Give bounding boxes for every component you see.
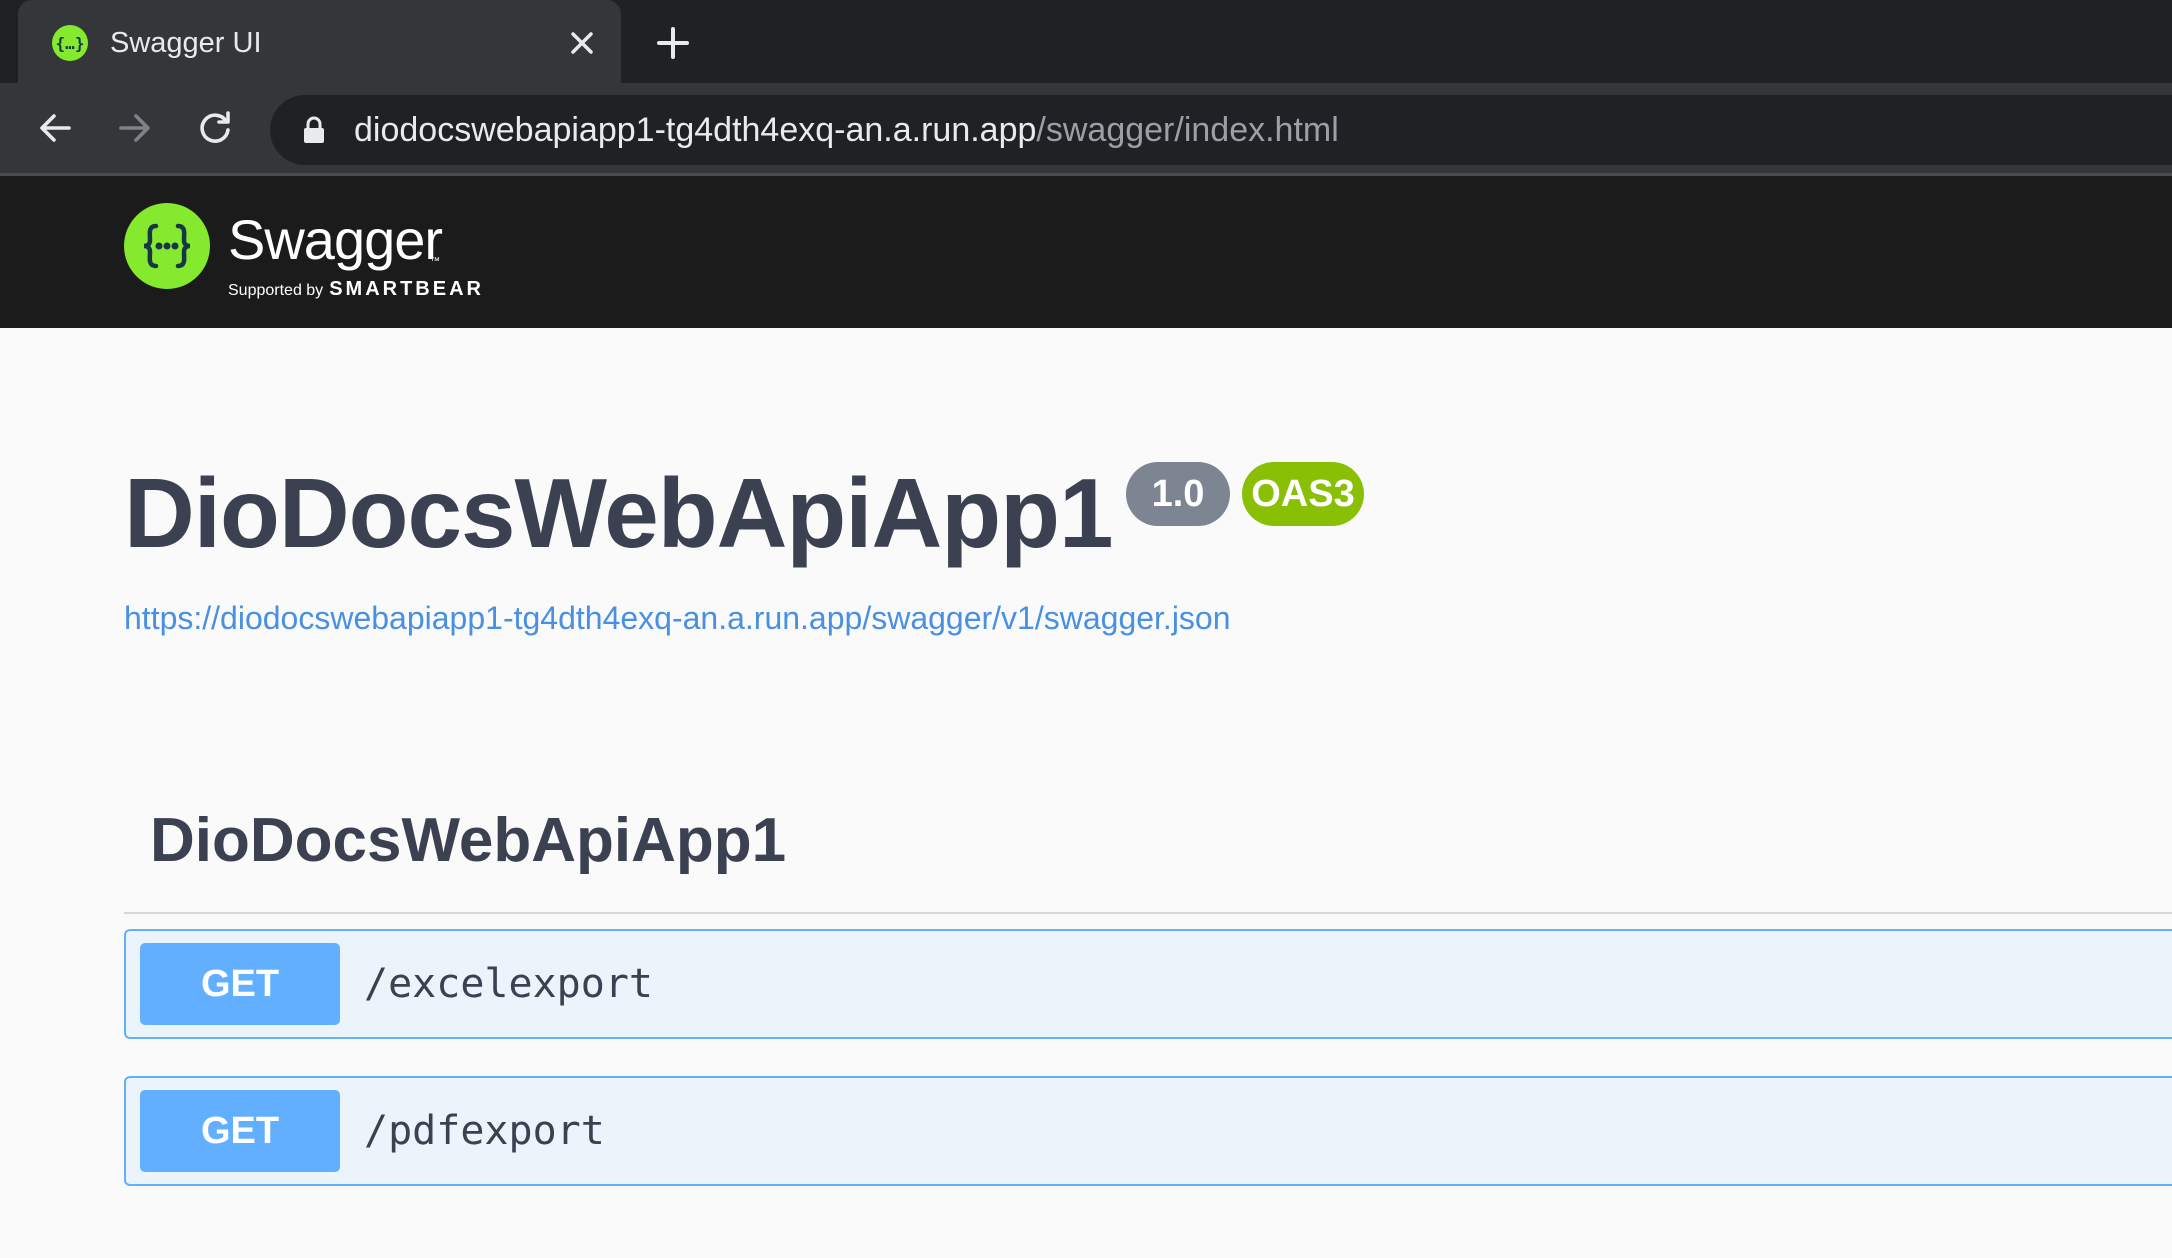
swagger-logo-icon[interactable] xyxy=(123,202,211,290)
plus-icon[interactable] xyxy=(652,22,694,64)
browser-tab[interactable]: {…} Swagger UI xyxy=(18,0,621,83)
oas-badge: OAS3 xyxy=(1242,462,1364,526)
tab-title: Swagger UI xyxy=(110,27,262,59)
url-host: diodocswebapiapp1-tg4dth4exq-an.a.run.ap… xyxy=(354,111,1037,149)
swagger-topbar: Swagger ™ Supported by SMARTBEAR xyxy=(0,176,2172,328)
trademark-mark: ™ xyxy=(430,256,440,267)
lock-icon[interactable] xyxy=(302,116,326,144)
close-icon[interactable] xyxy=(564,25,600,61)
browser-tab-strip: {…} Swagger UI xyxy=(0,0,2172,83)
swagger-favicon-icon: {…} xyxy=(51,24,89,62)
operation-path: /pdfexport xyxy=(364,1108,605,1154)
tag-section-title[interactable]: DioDocsWebApiApp1 xyxy=(150,805,786,877)
spec-url-link[interactable]: https://diodocswebapiapp1-tg4dth4exq-an.… xyxy=(124,598,1231,638)
method-badge: GET xyxy=(140,1090,340,1172)
operation-get-pdfexport[interactable]: GET /pdfexport xyxy=(124,1076,2172,1186)
operation-path: /excelexport xyxy=(364,961,653,1007)
tag-divider xyxy=(124,912,2172,914)
version-badge: 1.0 xyxy=(1126,462,1230,526)
supported-by-label: Supported by SMARTBEAR xyxy=(228,279,484,301)
method-badge: GET xyxy=(140,943,340,1025)
page-title: DioDocsWebApiApp1 xyxy=(124,458,1113,568)
svg-text:{…}: {…} xyxy=(56,34,85,53)
operation-get-excelexport[interactable]: GET /excelexport xyxy=(124,929,2172,1039)
address-url[interactable]: diodocswebapiapp1-tg4dth4exq-an.a.run.ap… xyxy=(354,110,1339,150)
supported-by-text: Supported by xyxy=(228,282,324,299)
swagger-brand-name[interactable]: Swagger xyxy=(228,210,443,270)
arrow-left-icon[interactable] xyxy=(30,103,80,153)
smartbear-wordmark: SMARTBEAR xyxy=(329,278,484,300)
arrow-right-icon[interactable] xyxy=(110,103,160,153)
reload-icon[interactable] xyxy=(190,103,240,153)
address-bar[interactable]: diodocswebapiapp1-tg4dth4exq-an.a.run.ap… xyxy=(270,95,2172,165)
url-path: /swagger/index.html xyxy=(1036,111,1339,149)
browser-toolbar: diodocswebapiapp1-tg4dth4exq-an.a.run.ap… xyxy=(0,83,2172,176)
